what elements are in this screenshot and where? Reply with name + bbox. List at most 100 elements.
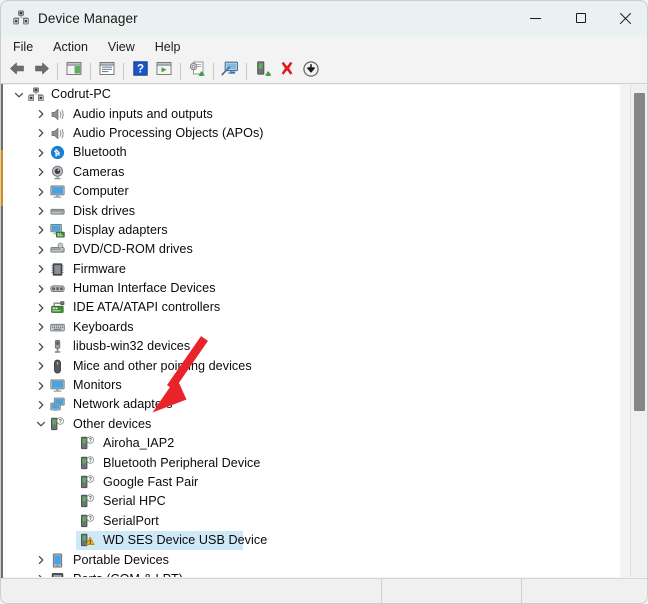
svg-text:?: ? — [89, 477, 92, 483]
unknown-device-icon: ? — [79, 493, 96, 510]
tree-item-ports-com-and-lpt[interactable]: Ports (COM & LPT) — [3, 570, 620, 577]
menu-item-action[interactable]: Action — [43, 38, 98, 57]
warning-device-icon — [79, 532, 96, 549]
close-icon — [619, 12, 632, 25]
maximize-button[interactable] — [558, 0, 603, 36]
status-bar — [0, 578, 648, 604]
back-button[interactable] — [5, 60, 29, 82]
uninstall-device-icon — [279, 61, 295, 81]
chevron-right-icon[interactable] — [33, 300, 49, 316]
chevron-right-icon[interactable] — [33, 184, 49, 200]
mouse-icon — [49, 358, 66, 375]
update-driver-button[interactable] — [185, 60, 209, 82]
uninstall-device-button[interactable] — [275, 60, 299, 82]
status-pane-secondary — [382, 579, 522, 604]
tree-item-other-devices[interactable]: ? Other devices — [3, 415, 620, 434]
tree-item-label: Other devices — [73, 416, 152, 431]
chevron-right-icon[interactable] — [33, 378, 49, 394]
svg-text:?: ? — [89, 496, 92, 502]
tree-item-firmware[interactable]: Firmware — [3, 260, 620, 279]
chevron-right-icon[interactable] — [33, 358, 49, 374]
tree-item-network-adapters[interactable]: Network adapters — [3, 395, 620, 414]
chevron-right-icon[interactable] — [33, 552, 49, 568]
tree-item-label: Airoha_IAP2 — [103, 436, 175, 451]
unknown-device-icon: ? — [79, 455, 96, 472]
tree-item-serial-hpc[interactable]: ? Serial HPC — [3, 492, 620, 511]
enable-device-icon — [255, 61, 272, 81]
show-hide-console-tree-button[interactable] — [62, 60, 86, 82]
chevron-right-icon[interactable] — [33, 571, 49, 577]
unknown-device-icon: ? — [79, 513, 96, 530]
tree-item-airoha-iap2[interactable]: ? Airoha_IAP2 — [3, 434, 620, 453]
forward-button[interactable] — [29, 60, 53, 82]
menu-item-view[interactable]: View — [98, 38, 145, 57]
chevron-right-icon[interactable] — [33, 222, 49, 238]
tree-item-portable-devices[interactable]: Portable Devices — [3, 550, 620, 569]
tree-item-monitors[interactable]: Monitors — [3, 376, 620, 395]
chevron-right-icon[interactable] — [33, 125, 49, 141]
show-hide-action-pane-button[interactable] — [152, 60, 176, 82]
vertical-scrollbar[interactable] — [630, 85, 647, 577]
chevron-right-icon[interactable] — [33, 145, 49, 161]
tree-item-google-fast-pair[interactable]: ? Google Fast Pair — [3, 473, 620, 492]
tree-item-label: IDE ATA/ATAPI controllers — [73, 300, 221, 315]
tree-item-label: Audio Processing Objects (APOs) — [73, 125, 264, 140]
minimize-button[interactable] — [513, 0, 558, 36]
tree-item-keyboards[interactable]: Keyboards — [3, 318, 620, 337]
scan-for-hardware-changes-button[interactable] — [218, 60, 242, 82]
menu-item-help[interactable]: Help — [145, 38, 191, 57]
tree-item-dvd-cd-rom-drives[interactable]: DVD/CD-ROM drives — [3, 240, 620, 259]
tree-item-label: Network adapters — [73, 397, 173, 412]
disable-device-button[interactable] — [299, 60, 323, 82]
chevron-right-icon[interactable] — [33, 106, 49, 122]
chevron-right-icon[interactable] — [33, 242, 49, 258]
svg-text:?: ? — [89, 438, 92, 444]
chevron-down-icon[interactable] — [33, 416, 49, 432]
back-arrow-icon — [9, 61, 26, 81]
tree-item-human-interface-devices[interactable]: Human Interface Devices — [3, 279, 620, 298]
tree-item-bluetooth[interactable]: Bluetooth — [3, 143, 620, 162]
tree-item-disk-drives[interactable]: Disk drives — [3, 201, 620, 220]
network-adapter-icon — [49, 396, 66, 413]
tree-item-label: Human Interface Devices — [73, 281, 216, 296]
tree-item-label: Portable Devices — [73, 552, 169, 567]
tree-item-bluetooth-peripheral-device[interactable]: ? Bluetooth Peripheral Device — [3, 453, 620, 472]
chevron-down-icon[interactable] — [11, 87, 27, 103]
enable-device-button[interactable] — [251, 60, 275, 82]
tree-item-libusb-win32-devices[interactable]: libusb-win32 devices — [3, 337, 620, 356]
minimize-icon — [530, 17, 541, 19]
title-bar: Device Manager — [0, 0, 648, 36]
chevron-right-icon[interactable] — [33, 281, 49, 297]
tree-item-display-adapters[interactable]: Display adapters — [3, 221, 620, 240]
tree-item-serialport[interactable]: ? SerialPort — [3, 512, 620, 531]
help-button[interactable]: ? — [128, 60, 152, 82]
chevron-right-icon[interactable] — [33, 164, 49, 180]
tree-item-cameras[interactable]: Cameras — [3, 163, 620, 182]
tree-item-mice-and-other-pointing-devices[interactable]: Mice and other pointing devices — [3, 356, 620, 375]
tree-item-audio-inputs-and-outputs[interactable]: Audio inputs and outputs — [3, 104, 620, 123]
tree-item-label: Mice and other pointing devices — [73, 358, 252, 373]
tree-item-computer[interactable]: Computer — [3, 182, 620, 201]
chevron-right-icon[interactable] — [33, 261, 49, 277]
device-tree[interactable]: Codrut-PC Audio inputs and outputs Audio… — [3, 85, 620, 577]
chevron-right-icon[interactable] — [33, 397, 49, 413]
chevron-right-icon[interactable] — [33, 339, 49, 355]
menu-item-file[interactable]: File — [3, 38, 43, 57]
status-pane-main — [0, 579, 382, 604]
monitor-icon — [49, 377, 66, 394]
chevron-right-icon[interactable] — [33, 319, 49, 335]
svg-text:?: ? — [89, 458, 92, 464]
tree-item-label: Display adapters — [73, 222, 168, 237]
tree-item-audio-processing-objects[interactable]: Audio Processing Objects (APOs) — [3, 124, 620, 143]
scrollbar-thumb[interactable] — [634, 93, 645, 411]
toolbar: ? — [0, 59, 648, 84]
menu-bar: File Action View Help — [0, 36, 648, 59]
chevron-right-icon[interactable] — [33, 203, 49, 219]
tree-item-label: Serial HPC — [103, 494, 166, 509]
tree-item-wd-ses-device-usb-device[interactable]: WD SES Device USB Device — [3, 530, 620, 550]
properties-button[interactable] — [95, 60, 119, 82]
toolbar-separator — [90, 62, 91, 80]
close-button[interactable] — [603, 0, 648, 36]
tree-item-ide-ata-atapi-controllers[interactable]: IDE ATA/ATAPI controllers — [3, 298, 620, 317]
tree-item-root[interactable]: Codrut-PC — [3, 85, 620, 104]
